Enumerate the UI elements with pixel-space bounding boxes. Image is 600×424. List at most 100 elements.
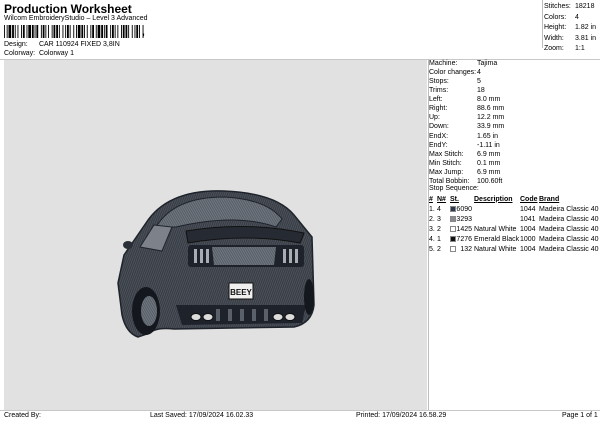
stop-code: 1041 [520, 215, 536, 223]
barcode-bar [86, 25, 88, 38]
stop-brand: Madeira Classic 40 [539, 245, 599, 253]
info-label: Right: [429, 105, 448, 113]
stop-description: Emerald Black [474, 235, 520, 243]
barcode-bar [4, 25, 5, 38]
stat-label: Height: [544, 24, 567, 31]
stop-description: Natural White [474, 245, 517, 253]
stop-description: Natural White [474, 225, 517, 233]
stop-num: 1. [429, 205, 435, 213]
info-value: 8.0 mm [477, 96, 501, 104]
design-label: Design: [4, 41, 28, 48]
barcode-suffix: , [142, 27, 145, 38]
stop-needle: 2 [437, 245, 441, 253]
info-row: Right: 88.6 mm [429, 104, 600, 113]
stop-brand: Madeira Classic 40 [539, 205, 599, 213]
stop-needle: 3 [437, 215, 441, 223]
stop-row: 4. 1 7276 Emerald Black 1000 Madeira Classic … [429, 234, 599, 244]
info-value: -1.11 in [477, 141, 500, 149]
stop-table-header: # N# St. Description Code Brand [429, 194, 599, 204]
stat-label: Stitches: [544, 3, 571, 10]
colorway-value: Colorway 1 [38, 50, 74, 57]
info-value: 12.2 mm [477, 114, 505, 122]
info-value: Tajima [477, 60, 498, 67]
stop-num: 3. [429, 225, 435, 233]
stop-row: 2. 3 3293 1041 Madeira Classic 40 [429, 214, 599, 224]
stop-code: 1004 [520, 245, 536, 253]
barcode-bar [48, 25, 49, 38]
stop-num: 5. [429, 245, 435, 253]
barcode-bar [81, 25, 84, 38]
barcode-bar [22, 25, 25, 38]
barcode-bar [103, 25, 105, 38]
col-n: N# [437, 195, 446, 203]
stat-width: Width: 3.81 in [544, 34, 600, 45]
colorway-label: Colorway: [4, 50, 36, 57]
design-value: CAR 110924 FIXED 3,8IN [38, 41, 120, 48]
info-value: 6.9 mm [477, 150, 501, 158]
info-label: Max Jump: [429, 168, 464, 176]
stop-stitches: 6090 [450, 204, 474, 214]
stat-label: Zoom: [544, 45, 564, 52]
barcode-bar [28, 25, 31, 38]
stop-row: 3. 2 1425 Natural White 1004 Madeira Classic … [429, 224, 599, 234]
stop-sequence-table: # N# St. Description Code Brand 1. 4 6090 1… [429, 194, 599, 254]
page-number: Page 1 of 1 [562, 412, 598, 419]
barcode-bar [131, 25, 133, 38]
stop-needle: 4 [437, 205, 441, 213]
info-label: Up: [429, 114, 440, 122]
stats-panel: Stitches: 18218 Colors: 4 Height: 1.82 in W… [544, 2, 600, 55]
col-brand: Brand [539, 195, 560, 203]
barcode-bar [76, 25, 77, 38]
barcode-bar [62, 25, 64, 38]
stat-label: Width: [544, 34, 564, 42]
info-label: Down: [429, 123, 449, 131]
stat-value: 1.82 in [575, 24, 597, 31]
stat-value: 4 [575, 13, 579, 21]
barcode-bar [45, 25, 47, 38]
barcode-bar [73, 25, 75, 38]
barcode-bar [26, 25, 28, 38]
stop-row: 1. 4 6090 1044 Madeira Classic 40 [429, 204, 599, 214]
info-label: Machine: [429, 60, 458, 67]
barcode-bar [40, 25, 42, 38]
stop-description [474, 204, 520, 214]
info-row: EndX: 1.65 in [429, 132, 600, 141]
stop-description [474, 214, 520, 224]
stop-stitches: 132 [450, 244, 474, 254]
barcode-bar [110, 25, 112, 38]
barcode-bar [112, 25, 114, 38]
info-value: 1.65 in [477, 132, 499, 140]
barcode-bar [121, 25, 122, 38]
barcode-bar [77, 25, 81, 38]
stat-label: Colors: [544, 13, 567, 21]
design-preview: BEEY [4, 60, 427, 410]
barcode-bar [8, 25, 12, 38]
stat-value: 3.81 in [575, 34, 597, 42]
barcode-bar [21, 25, 22, 38]
created-by: Created By: [4, 412, 41, 419]
machine-info-panel: Machine: Tajima Color changes: 4 Stops: 5 Trim… [429, 59, 600, 186]
info-row: Machine: Tajima [429, 59, 600, 68]
stop-code: 1004 [520, 225, 536, 233]
colorway-row: Colorway: Colorway 1 [4, 50, 74, 57]
stop-num: 4. [429, 235, 435, 243]
barcode-bar [53, 25, 56, 38]
col-code: Code [520, 195, 538, 203]
barcode-bar [128, 25, 130, 38]
info-row: Down: 33.9 mm [429, 122, 600, 131]
stop-stitches: 1425 [450, 224, 474, 234]
barcode-bar [95, 25, 97, 38]
barcode-bar [114, 25, 116, 38]
info-label: Left: [429, 96, 443, 104]
stop-row: 5. 2 132 Natural White 1004 Madeira Classic 4… [429, 244, 599, 254]
stop-needle: 2 [437, 225, 441, 233]
stop-stitches: 7276 [450, 234, 474, 244]
stat-zoom: Zoom: 1:1 [544, 44, 600, 55]
stat-stitches: Stitches: 18218 [544, 2, 600, 13]
info-value: 18 [477, 87, 485, 95]
stop-stitches: 3293 [450, 214, 474, 224]
barcode-bar [36, 25, 39, 38]
license-plate-text: BEEY [230, 288, 252, 297]
col-num: # [429, 195, 433, 203]
barcode-bar [56, 25, 58, 38]
